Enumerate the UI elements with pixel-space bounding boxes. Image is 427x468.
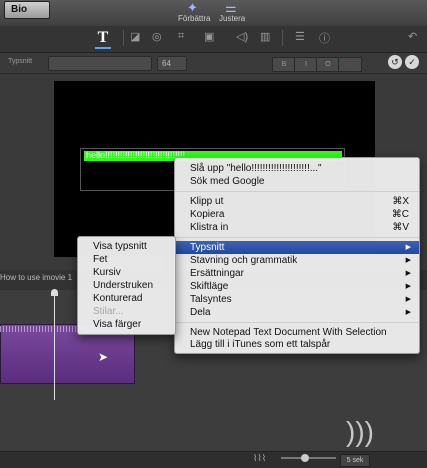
bold-label: Fet [93,254,108,265]
styles-label: Stilar... [93,306,124,317]
adjust-label[interactable]: Justera [219,14,245,23]
show-colors-label: Visa färger [93,319,142,330]
font-label: Typsnitt [190,242,225,253]
copy-label: Kopiera [190,209,225,220]
show-fonts-menu-item[interactable]: Visa typsnitt [78,240,175,253]
playhead[interactable] [54,292,55,400]
bio-tab[interactable]: Bio [4,1,50,19]
context-menu: Slå upp "hello!!!!!!!!!!!!!!!!!!!!!..." … [174,157,420,354]
substitutions-label: Ersättningar [190,268,244,279]
submenu-arrow-icon: ▶ [405,257,411,264]
menu-separator [175,322,419,323]
playhead-handle[interactable] [51,289,58,296]
substitutions-menu-item[interactable]: Ersättningar ▶ [175,267,419,280]
underline-label: Understruken [93,280,154,291]
service-notepad-label: New Notepad Text Document With Selection [190,327,387,338]
transformations-menu-item[interactable]: Skiftläge ▶ [175,280,419,293]
reset-icon[interactable]: ↶ [408,30,417,43]
italic-button[interactable]: I [294,57,318,72]
speech-label: Talsyntes [190,294,232,305]
menu-separator [175,237,419,238]
transformations-label: Skiftläge [190,281,229,292]
top-toolbar [0,0,427,27]
reset-all-icon[interactable]: ↺ [388,55,402,69]
stabilization-icon[interactable]: ▣ [204,30,214,43]
submenu-arrow-icon: ▶ [405,244,411,251]
lookup-label: Slå upp "hello!!!!!!!!!!!!!!!!!!!!!..." [190,163,322,174]
font-label: Typsnitt [8,58,33,65]
enhance-label[interactable]: Förbättra [178,14,210,23]
service-itunes-label: Lägg till i iTunes som ett talspår [190,339,331,350]
zoom-slider-knob[interactable] [301,454,309,462]
styles-menu-item: Stilar... [78,305,175,318]
crop-icon[interactable]: ⌗ [178,30,184,43]
outline-button[interactable]: O [316,57,340,72]
outline-menu-item[interactable]: Konturerad [78,292,175,305]
show-fonts-label: Visa typsnitt [93,241,147,252]
cut-label: Klipp ut [190,196,224,207]
cut-menu-item[interactable]: Klipp ut ⌘X [175,195,419,208]
copy-menu-item[interactable]: Kopiera ⌘C [175,208,419,221]
menu-separator [175,191,419,192]
bold-menu-item[interactable]: Fet [78,253,175,266]
sound-waves-icon: ))) [346,416,374,447]
font-select[interactable] [48,56,152,71]
paste-label: Klistra in [190,222,229,233]
lookup-menu-item[interactable]: Slå upp "hello!!!!!!!!!!!!!!!!!!!!!..." [175,162,419,175]
submenu-arrow-icon: ▶ [405,296,411,303]
font-menu-item[interactable]: Typsnitt ▶ [175,241,419,254]
bold-button[interactable]: B [272,57,296,72]
font-submenu: Visa typsnitt Fet Kursiv Understruken Ko… [77,236,176,335]
italic-menu-item[interactable]: Kursiv [78,266,175,279]
speech-menu-item[interactable]: Talsyntes ▶ [175,293,419,306]
spelling-menu-item[interactable]: Stavning och grammatik ▶ [175,254,419,267]
italic-label: Kursiv [93,267,121,278]
cut-shortcut: ⌘X [392,196,409,207]
underline-menu-item[interactable]: Understruken [78,279,175,292]
font-size-field[interactable]: 64 [157,56,187,71]
zoom-label: 5 sek [340,454,370,467]
paste-shortcut: ⌘V [392,222,409,233]
title-text-tool-icon[interactable]: T [94,29,112,47]
divider [123,30,124,46]
title-text[interactable]: hello!!!!!!!!!!!!!!!!!!!!!!!!!!!!!!!! [86,150,185,160]
color-balance-icon[interactable]: ◪ [130,30,140,43]
service-itunes-menu-item[interactable]: Lägg till i iTunes som ett talspår [175,338,419,351]
selected-tool-indicator [95,47,111,49]
color-correction-icon[interactable]: ◎ [152,30,162,43]
show-colors-menu-item[interactable]: Visa färger [78,318,175,331]
apply-checkmark-icon[interactable]: ✓ [405,55,419,69]
search-google-menu-item[interactable]: Sök med Google [175,175,419,188]
share-label: Dela [190,307,211,318]
divider [282,30,283,46]
waveform-toggle-icon[interactable]: ⌇⌇⌇ [253,453,266,464]
volume-icon[interactable]: ◁) [236,30,248,43]
spelling-label: Stavning och grammatik [190,255,298,266]
clip-info-icon[interactable]: ⓘ [319,30,330,46]
paste-menu-item[interactable]: Klistra in ⌘V [175,221,419,234]
submenu-arrow-icon: ▶ [405,270,411,277]
share-menu-item[interactable]: Dela ▶ [175,306,419,319]
submenu-arrow-icon: ▶ [405,283,411,290]
outline-label: Konturerad [93,293,143,304]
copy-shortcut: ⌘C [391,209,409,220]
mouse-pointer-icon: ➤ [98,350,109,364]
speed-icon[interactable]: ☰ [295,30,305,43]
project-title: How to use imovie 1 [0,273,73,282]
noise-reduction-icon[interactable]: ▥ [260,30,270,43]
text-color-button[interactable]: ⟋ [338,57,362,72]
submenu-arrow-icon: ▶ [405,309,411,316]
search-google-label: Sök med Google [190,176,265,187]
